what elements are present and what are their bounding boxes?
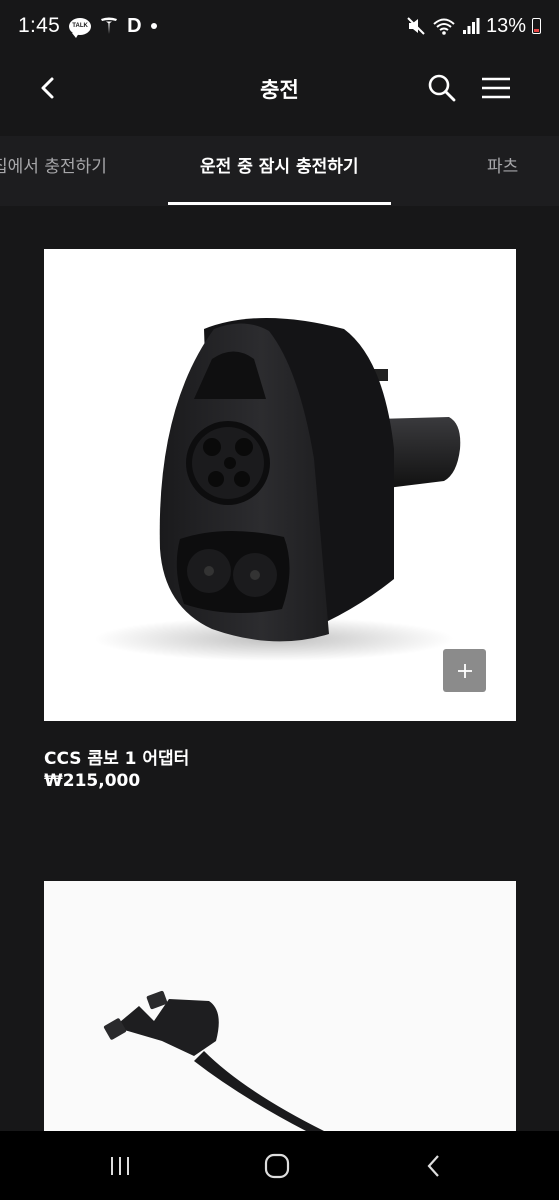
recents-button[interactable] <box>100 1149 140 1183</box>
battery-percentage: 13% <box>485 14 526 37</box>
product-image-ccs-adapter[interactable] <box>44 249 516 721</box>
plus-icon <box>457 663 472 678</box>
talk-icon-label: TALK <box>72 23 88 29</box>
d-app-icon: D <box>127 14 142 37</box>
product-price: ₩215,000 <box>44 771 141 791</box>
product-name[interactable]: CCS 콤보 1 어댑터 <box>44 744 189 769</box>
battery-icon <box>532 18 541 34</box>
status-time: 1:45 <box>18 14 61 37</box>
tesla-icon <box>101 17 118 34</box>
recents-icon <box>111 1157 129 1175</box>
search-button[interactable] <box>424 70 460 106</box>
category-tabs: 집에서 충전하기 운전 중 잠시 충전하기 파츠 <box>0 136 559 206</box>
system-back-button[interactable] <box>414 1149 454 1183</box>
add-to-cart-button[interactable] <box>443 649 486 692</box>
home-button[interactable] <box>257 1149 297 1183</box>
app-header: 충전 <box>0 52 559 126</box>
notification-dot-icon <box>150 23 157 29</box>
chevron-left-icon <box>427 1155 439 1177</box>
hamburger-menu-icon <box>482 77 510 99</box>
tab-parts[interactable]: 파츠 <box>487 152 518 177</box>
product-image-charging-cable[interactable] <box>44 881 516 1131</box>
home-icon <box>264 1153 290 1179</box>
system-navigation-bar <box>0 1131 559 1200</box>
search-icon <box>428 74 456 102</box>
menu-button[interactable] <box>476 70 516 106</box>
status-right: 13% <box>406 15 541 38</box>
kakaotalk-icon: TALK <box>69 17 92 38</box>
tab-on-the-road-charging[interactable]: 운전 중 잠시 충전하기 <box>200 152 359 177</box>
status-left: 1:45 TALK D <box>18 14 157 38</box>
status-bar: 1:45 TALK D 13% <box>0 0 559 52</box>
active-tab-indicator <box>168 202 391 205</box>
charging-cable-image <box>103 990 324 1131</box>
wifi-icon <box>433 18 455 35</box>
mute-icon <box>407 17 425 35</box>
signal-icon <box>462 18 480 34</box>
tab-home-charging[interactable]: 집에서 충전하기 <box>0 152 107 177</box>
